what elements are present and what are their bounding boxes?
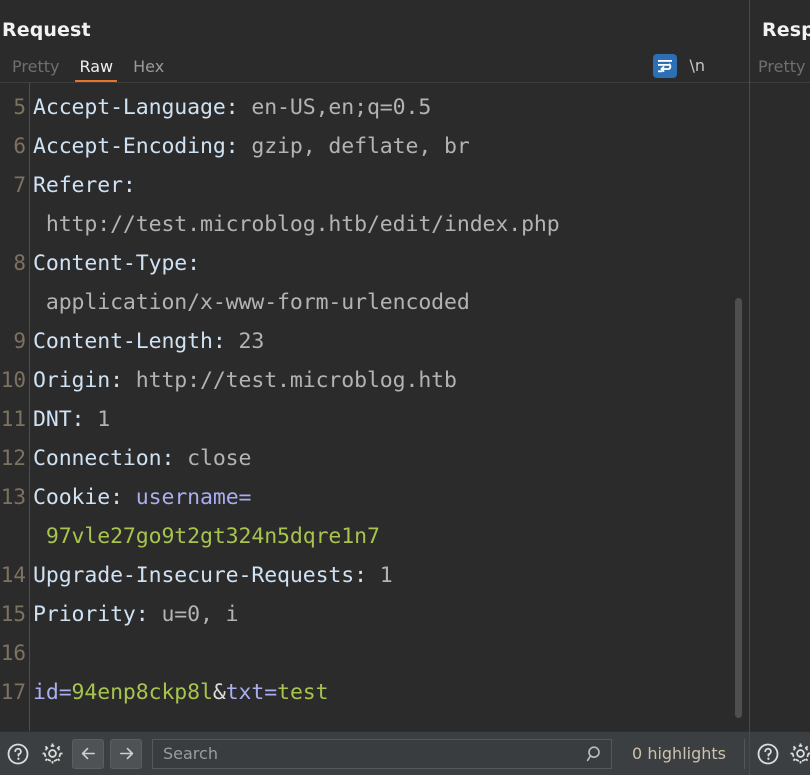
code-line[interactable]: Connection: close bbox=[33, 439, 749, 478]
vertical-scrollbar[interactable] bbox=[735, 298, 742, 718]
code-token: Priority: bbox=[33, 602, 149, 627]
word-wrap-icon[interactable] bbox=[653, 54, 678, 78]
code-token: application/x-www-form-urlencoded bbox=[33, 290, 470, 315]
response-panel-title: Response bbox=[762, 19, 810, 41]
burp-repeater-window: Request Pretty Raw Hex \n 5 6 7 8 9 10 1… bbox=[0, 0, 810, 775]
code-token: Connection: bbox=[33, 446, 175, 471]
line-number: 5 bbox=[13, 95, 26, 119]
code-token: Upgrade-Insecure-Requests: bbox=[33, 563, 367, 588]
code-token: 94enp8ckp8l bbox=[71, 680, 213, 705]
arrow-left-icon[interactable] bbox=[72, 738, 104, 769]
code-token: txt= bbox=[225, 680, 278, 705]
tab-pretty[interactable]: Pretty bbox=[2, 59, 69, 82]
gear-icon[interactable] bbox=[38, 740, 66, 768]
line-number: 9 bbox=[13, 329, 26, 353]
code-line[interactable]: Upgrade-Insecure-Requests: 1 bbox=[33, 556, 749, 595]
line-number: 7 bbox=[13, 173, 26, 197]
response-editor[interactable] bbox=[750, 83, 810, 731]
code-token: u=0, i bbox=[148, 602, 239, 627]
response-help-circle-icon[interactable] bbox=[754, 740, 782, 768]
code-token: http://test.microblog.htb/edit/index.php bbox=[33, 212, 560, 237]
code-line[interactable]: id=94enp8ckp8l&txt=test bbox=[33, 673, 749, 712]
code-line[interactable]: http://test.microblog.htb/edit/index.php bbox=[33, 205, 749, 244]
code-line[interactable]: Priority: u=0, i bbox=[33, 595, 749, 634]
line-number: 8 bbox=[13, 251, 26, 275]
code-line[interactable]: Referer: bbox=[33, 166, 749, 205]
line-number: 14 bbox=[0, 563, 26, 587]
request-editor[interactable]: 567.8.910111213.14151617 Accept-Language… bbox=[0, 83, 749, 731]
search-input[interactable] bbox=[163, 744, 586, 763]
request-code-content[interactable]: Accept-Language: en-US,en;q=0.5 Accept-En… bbox=[30, 83, 749, 731]
code-token: username= bbox=[135, 485, 252, 510]
line-number: 12 bbox=[0, 446, 26, 470]
code-line[interactable]: Accept-Language: en-US,en;q=0.5 bbox=[33, 88, 749, 127]
newline-toggle[interactable]: \n bbox=[689, 58, 705, 74]
highlight-count-label: 0 highlights bbox=[632, 744, 726, 763]
request-panel-title: Request bbox=[2, 19, 91, 41]
line-number-wrapped: . bbox=[0, 283, 29, 322]
code-token: Accept-Encoding: bbox=[33, 134, 239, 159]
code-token: Cookie: bbox=[33, 485, 123, 510]
code-line[interactable]: Accept-Encoding: gzip, deflate, br bbox=[33, 127, 749, 166]
line-number: 17 bbox=[0, 680, 26, 704]
code-line[interactable]: Content-Length: 23 bbox=[33, 322, 749, 361]
line-number-gutter: 5 6 7. 8. 9 10 11 12 13. 14 15 16 17 bbox=[0, 83, 30, 731]
request-bottom-bar: 0 highlights bbox=[0, 731, 749, 775]
code-token: Origin: bbox=[33, 368, 123, 393]
code-token: 23 bbox=[225, 329, 265, 354]
code-token: Content-Length: bbox=[33, 329, 226, 354]
code-token: 1 bbox=[366, 563, 393, 588]
tab-raw[interactable]: Raw bbox=[69, 59, 123, 82]
search-field[interactable] bbox=[152, 738, 613, 769]
code-token: 97vle27go9t2gt324n5dqre1n7 bbox=[33, 524, 380, 549]
line-number: 11 bbox=[0, 407, 26, 431]
code-line[interactable]: DNT: 1 bbox=[33, 400, 749, 439]
response-view-tabs: Pretty bbox=[750, 48, 810, 82]
code-token: en-US,en;q=0.5 bbox=[238, 95, 432, 120]
tab-hex[interactable]: Hex bbox=[123, 59, 174, 82]
response-bottom-bar bbox=[750, 731, 810, 775]
arrow-right-icon[interactable] bbox=[110, 738, 142, 769]
code-line[interactable]: Content-Type: bbox=[33, 244, 749, 283]
request-panel: Request Pretty Raw Hex \n 5 6 7 8 9 10 1… bbox=[0, 0, 749, 775]
code-token: close bbox=[174, 446, 252, 471]
code-token: id= bbox=[33, 680, 72, 705]
code-line[interactable]: 97vle27go9t2gt324n5dqre1n7 bbox=[33, 517, 749, 556]
code-token: Accept-Language: bbox=[33, 95, 239, 120]
bottom-bar-divider bbox=[744, 738, 745, 769]
code-token: DNT: bbox=[33, 407, 85, 432]
line-number: 15 bbox=[0, 602, 26, 626]
code-token: test bbox=[277, 680, 329, 705]
magnifier-icon[interactable] bbox=[585, 744, 605, 764]
line-number-wrapped: . bbox=[0, 205, 29, 244]
code-token: Content-Type: bbox=[33, 251, 200, 276]
line-number-wrapped: . bbox=[0, 517, 29, 556]
hamburger-menu-icon[interactable] bbox=[717, 57, 737, 75]
code-token: gzip, deflate, br bbox=[238, 134, 470, 159]
line-number: 13 bbox=[0, 485, 26, 509]
code-token: & bbox=[212, 680, 226, 705]
line-number: 10 bbox=[0, 368, 26, 392]
line-number: 16 bbox=[0, 641, 26, 665]
line-number: 6 bbox=[13, 134, 26, 158]
code-token: 1 bbox=[84, 407, 111, 432]
help-circle-icon[interactable] bbox=[4, 740, 32, 768]
code-line[interactable]: Cookie: username= bbox=[33, 478, 749, 517]
code-line[interactable]: application/x-www-form-urlencoded bbox=[33, 283, 749, 322]
request-tab-tools: \n bbox=[653, 54, 737, 78]
request-view-tabs: Pretty Raw Hex \n bbox=[0, 48, 749, 82]
response-panel: Response Pretty bbox=[750, 0, 810, 775]
response-gear-icon[interactable] bbox=[786, 740, 810, 768]
code-line[interactable] bbox=[33, 634, 749, 673]
code-token: Referer: bbox=[33, 173, 136, 198]
code-token: http://test.microblog.htb bbox=[122, 368, 457, 393]
code-line[interactable]: Origin: http://test.microblog.htb bbox=[33, 361, 749, 400]
response-tab-pretty[interactable]: Pretty bbox=[758, 59, 810, 82]
